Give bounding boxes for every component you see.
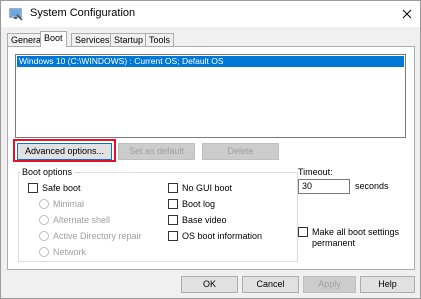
active-directory-repair-radio[interactable]: Active Directory repair: [39, 231, 142, 241]
advanced-options-button[interactable]: Advanced options...: [17, 143, 112, 160]
msconfig-app-icon: [9, 7, 23, 21]
apply-button[interactable]: Apply: [303, 276, 356, 293]
base-video-checkbox[interactable]: Base video: [168, 215, 227, 225]
cancel-label: Cancel: [256, 279, 285, 289]
safe-boot-label: Safe boot: [42, 183, 81, 193]
safe-boot-checkbox[interactable]: Safe boot: [28, 183, 81, 193]
tab-tools-label: Tools: [149, 35, 171, 45]
no-gui-boot-checkbox[interactable]: No GUI boot: [168, 183, 232, 193]
os-boot-information-box: [168, 231, 178, 241]
tab-general-label: General: [11, 35, 44, 45]
advanced-options-label: Advanced options...: [24, 146, 105, 156]
alternate-shell-radio-circle: [39, 215, 49, 225]
make-permanent-checkbox[interactable]: Make all boot settings permanent: [298, 227, 399, 249]
timeout-label: Timeout:: [298, 167, 333, 177]
safe-boot-box: [28, 183, 38, 193]
tab-tools[interactable]: Tools: [145, 33, 175, 46]
tab-services-label: Services: [75, 35, 110, 45]
minimal-radio-circle: [39, 199, 49, 209]
tab-startup-label: Startup: [114, 35, 144, 45]
base-video-label: Base video: [182, 215, 227, 225]
network-radio-circle: [39, 247, 49, 257]
delete-label: Delete: [227, 146, 254, 156]
network-label: Network: [53, 247, 87, 257]
ok-label: OK: [202, 279, 216, 289]
help-label: Help: [378, 279, 397, 289]
boot-options-label: Boot options: [20, 167, 75, 177]
make-permanent-box: [298, 227, 308, 237]
cancel-button[interactable]: Cancel: [242, 276, 299, 293]
tab-boot[interactable]: Boot: [40, 31, 67, 47]
make-permanent-line1: Make all boot settings: [312, 227, 400, 237]
seconds-label: seconds: [355, 181, 389, 191]
set-as-default-button[interactable]: Set as default: [118, 143, 195, 160]
title-bar: System Configuration: [1, 1, 420, 27]
window-title: System Configuration: [30, 7, 136, 19]
os-list-item[interactable]: Windows 10 (C:\WINDOWS) : Current OS; De…: [17, 56, 404, 67]
os-boot-information-checkbox[interactable]: OS boot information: [168, 231, 262, 241]
no-gui-boot-label: No GUI boot: [182, 183, 233, 193]
apply-label: Apply: [318, 279, 341, 289]
os-boot-information-label: OS boot information: [182, 231, 263, 241]
help-button[interactable]: Help: [360, 276, 415, 293]
ok-button[interactable]: OK: [181, 276, 238, 293]
boot-log-checkbox[interactable]: Boot log: [168, 199, 215, 209]
boot-log-box: [168, 199, 178, 209]
alternate-shell-radio[interactable]: Alternate shell: [39, 215, 110, 225]
boot-tab-panel: Windows 10 (C:\WINDOWS) : Current OS; De…: [7, 46, 415, 270]
delete-button[interactable]: Delete: [202, 143, 279, 160]
network-radio[interactable]: Network: [39, 247, 86, 257]
make-permanent-text: Make all boot settings permanent: [312, 227, 399, 249]
timeout-input[interactable]: 30: [298, 179, 350, 194]
set-as-default-label: Set as default: [128, 146, 185, 156]
os-list[interactable]: Windows 10 (C:\WINDOWS) : Current OS; De…: [15, 54, 406, 138]
tab-boot-label: Boot: [44, 33, 63, 43]
active-directory-repair-label: Active Directory repair: [53, 231, 142, 241]
tab-startup[interactable]: Startup: [110, 33, 148, 46]
make-permanent-line2: permanent: [312, 238, 356, 248]
system-configuration-window: System Configuration General Boot Servic…: [0, 0, 421, 299]
base-video-box: [168, 215, 178, 225]
tab-services[interactable]: Services: [71, 33, 114, 46]
minimal-label: Minimal: [53, 199, 85, 209]
no-gui-boot-box: [168, 183, 178, 193]
alternate-shell-label: Alternate shell: [53, 215, 111, 225]
close-icon[interactable]: [394, 1, 420, 27]
active-directory-repair-radio-circle: [39, 231, 49, 241]
boot-log-label: Boot log: [182, 199, 216, 209]
minimal-radio[interactable]: Minimal: [39, 199, 84, 209]
